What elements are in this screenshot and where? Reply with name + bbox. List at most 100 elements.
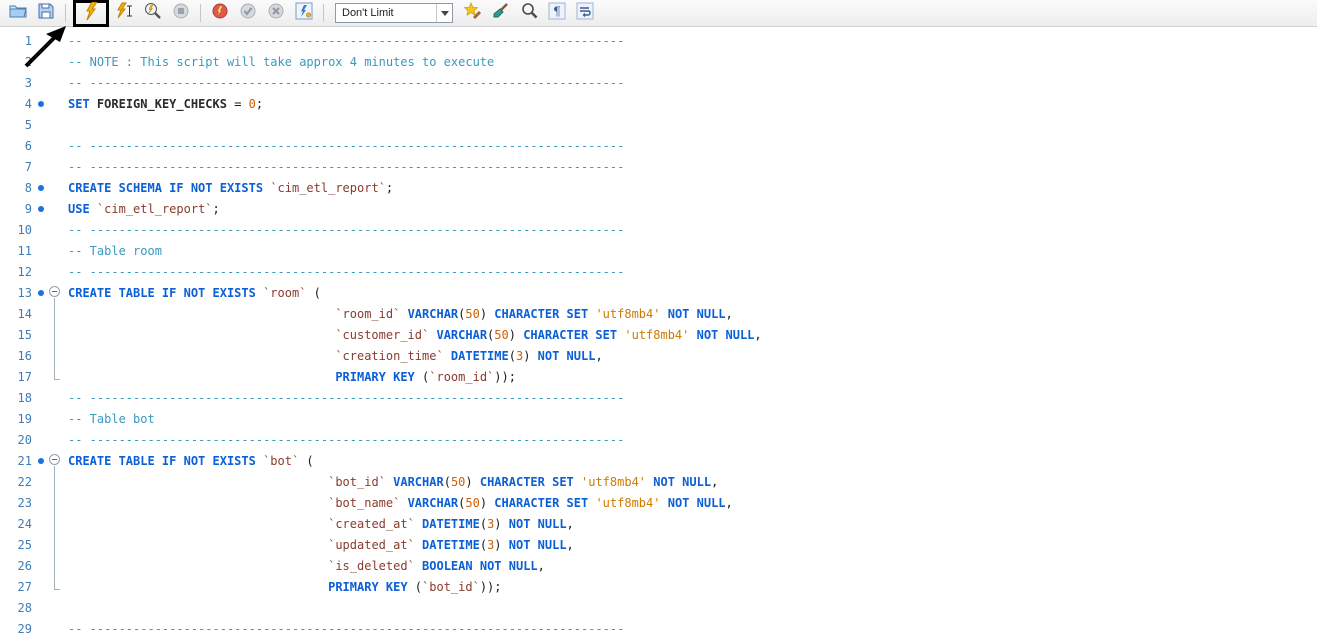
toolbar-separator [65, 4, 66, 22]
code-line[interactable]: 5 [0, 114, 1317, 135]
fold-indicator [47, 240, 64, 261]
code-line[interactable]: 28 [0, 597, 1317, 618]
execute-current-statement-button[interactable] [113, 2, 137, 24]
code-line[interactable]: 4SET FOREIGN_KEY_CHECKS = 0; [0, 93, 1317, 114]
brush-icon [492, 2, 510, 25]
find-button[interactable] [517, 2, 541, 24]
sql-code-editor[interactable]: 1-- ------------------------------------… [0, 27, 1317, 637]
code-text: CREATE TABLE IF NOT EXISTS `bot` ( [64, 454, 314, 468]
code-lines: 1-- ------------------------------------… [0, 30, 1317, 637]
fold-indicator [47, 51, 64, 72]
code-line[interactable]: 19-- Table bot [0, 408, 1317, 429]
line-number: 5 [0, 118, 34, 132]
dropdown-caret[interactable] [436, 4, 452, 22]
code-line[interactable]: 22 `bot_id` VARCHAR(50) CHARACTER SET 'u… [0, 471, 1317, 492]
fold-indicator [47, 30, 64, 51]
limit-rows-value: Don't Limit [336, 7, 436, 19]
open-script-button[interactable] [6, 2, 30, 24]
code-line[interactable]: 9USE `cim_etl_report`; [0, 198, 1317, 219]
execute-script-button[interactable] [79, 2, 103, 24]
fold-indicator [47, 261, 64, 282]
code-line[interactable]: 17 PRIMARY KEY (`room_id`)); [0, 366, 1317, 387]
code-line[interactable]: 2-- NOTE : This script will take approx … [0, 51, 1317, 72]
toggle-word-wrap-button[interactable] [573, 2, 597, 24]
code-text: -- -------------------------------------… [64, 223, 624, 237]
statement-marker [34, 206, 47, 212]
code-text: -- -------------------------------------… [64, 139, 624, 153]
code-line[interactable]: 24 `created_at` DATETIME(3) NOT NULL, [0, 513, 1317, 534]
code-line[interactable]: 10-- -----------------------------------… [0, 219, 1317, 240]
code-text: -- -------------------------------------… [64, 391, 624, 405]
line-number: 27 [0, 580, 34, 594]
code-line[interactable]: 18-- -----------------------------------… [0, 387, 1317, 408]
code-text: USE `cim_etl_report`; [64, 202, 220, 216]
line-number: 2 [0, 55, 34, 69]
code-text: -- -------------------------------------… [64, 160, 624, 174]
limit-rows-dropdown[interactable]: Don't Limit [335, 3, 453, 23]
collapse-minus-icon[interactable] [49, 454, 60, 465]
code-line[interactable]: 25 `updated_at` DATETIME(3) NOT NULL, [0, 534, 1317, 555]
beautify-script-button[interactable] [461, 2, 485, 24]
line-number: 7 [0, 160, 34, 174]
code-line[interactable]: 27 PRIMARY KEY (`bot_id`)); [0, 576, 1317, 597]
save-script-button[interactable] [34, 2, 58, 24]
collapse-minus-icon[interactable] [49, 286, 60, 297]
fold-indicator[interactable] [47, 282, 64, 303]
explain-plan-button[interactable] [141, 2, 165, 24]
wrap-text-icon [576, 2, 594, 25]
stop-on-error-icon [212, 3, 228, 24]
code-text: -- -------------------------------------… [64, 265, 624, 279]
line-number: 17 [0, 370, 34, 384]
fold-indicator [47, 429, 64, 450]
code-line[interactable]: 14 `room_id` VARCHAR(50) CHARACTER SET '… [0, 303, 1317, 324]
code-line[interactable]: 12-- -----------------------------------… [0, 261, 1317, 282]
code-text: -- -------------------------------------… [64, 76, 624, 90]
code-line[interactable]: 23 `bot_name` VARCHAR(50) CHARACTER SET … [0, 492, 1317, 513]
code-text: PRIMARY KEY (`room_id`)); [64, 370, 516, 384]
code-text: -- -------------------------------------… [64, 433, 624, 447]
statement-dot-icon [38, 458, 44, 464]
code-text: `is_deleted` BOOLEAN NOT NULL, [64, 559, 545, 573]
rollback-button[interactable] [264, 2, 288, 24]
code-text: CREATE SCHEMA IF NOT EXISTS `cim_etl_rep… [64, 181, 393, 195]
statement-dot-icon [38, 185, 44, 191]
code-line[interactable]: 21CREATE TABLE IF NOT EXISTS `bot` ( [0, 450, 1317, 471]
code-line[interactable]: 16 `creation_time` DATETIME(3) NOT NULL, [0, 345, 1317, 366]
fold-indicator [47, 345, 64, 366]
rollback-x-icon [268, 3, 284, 24]
svg-text:¶: ¶ [553, 4, 561, 18]
code-text: `customer_id` VARCHAR(50) CHARACTER SET … [64, 328, 762, 342]
code-text: -- Table room [64, 244, 162, 258]
fold-indicator [47, 408, 64, 429]
fold-indicator [47, 513, 64, 534]
line-number: 26 [0, 559, 34, 573]
code-line[interactable]: 6-- ------------------------------------… [0, 135, 1317, 156]
fold-indicator[interactable] [47, 450, 64, 471]
lightning-cursor-icon [116, 2, 134, 25]
code-line[interactable]: 8CREATE SCHEMA IF NOT EXISTS `cim_etl_re… [0, 177, 1317, 198]
open-folder-icon [9, 3, 27, 24]
fold-indicator [47, 366, 64, 387]
line-number: 19 [0, 412, 34, 426]
stop-button[interactable] [169, 2, 193, 24]
toggle-stop-on-error-button[interactable] [208, 2, 232, 24]
code-line[interactable]: 7 -- ------------------------------------… [0, 156, 1317, 177]
toolbar-separator [323, 4, 324, 22]
fold-indicator [47, 576, 64, 597]
code-line[interactable]: 1-- ------------------------------------… [0, 30, 1317, 51]
code-line[interactable]: 20-- -----------------------------------… [0, 429, 1317, 450]
clear-query-button[interactable] [489, 2, 513, 24]
statement-marker [34, 185, 47, 191]
code-line[interactable]: 11-- Table room [0, 240, 1317, 261]
code-line[interactable]: 15 `customer_id` VARCHAR(50) CHARACTER S… [0, 324, 1317, 345]
toggle-autocommit-button[interactable] [292, 2, 316, 24]
toggle-invisible-characters-button[interactable]: ¶ [545, 2, 569, 24]
code-line[interactable]: 26 `is_deleted` BOOLEAN NOT NULL, [0, 555, 1317, 576]
commit-button[interactable] [236, 2, 260, 24]
code-line[interactable]: 29-- -----------------------------------… [0, 618, 1317, 637]
commit-check-icon [240, 3, 256, 24]
code-line[interactable]: 3-- ------------------------------------… [0, 72, 1317, 93]
code-line[interactable]: 13CREATE TABLE IF NOT EXISTS `room` ( [0, 282, 1317, 303]
fold-indicator [47, 198, 64, 219]
code-text: `bot_name` VARCHAR(50) CHARACTER SET 'ut… [64, 496, 733, 510]
